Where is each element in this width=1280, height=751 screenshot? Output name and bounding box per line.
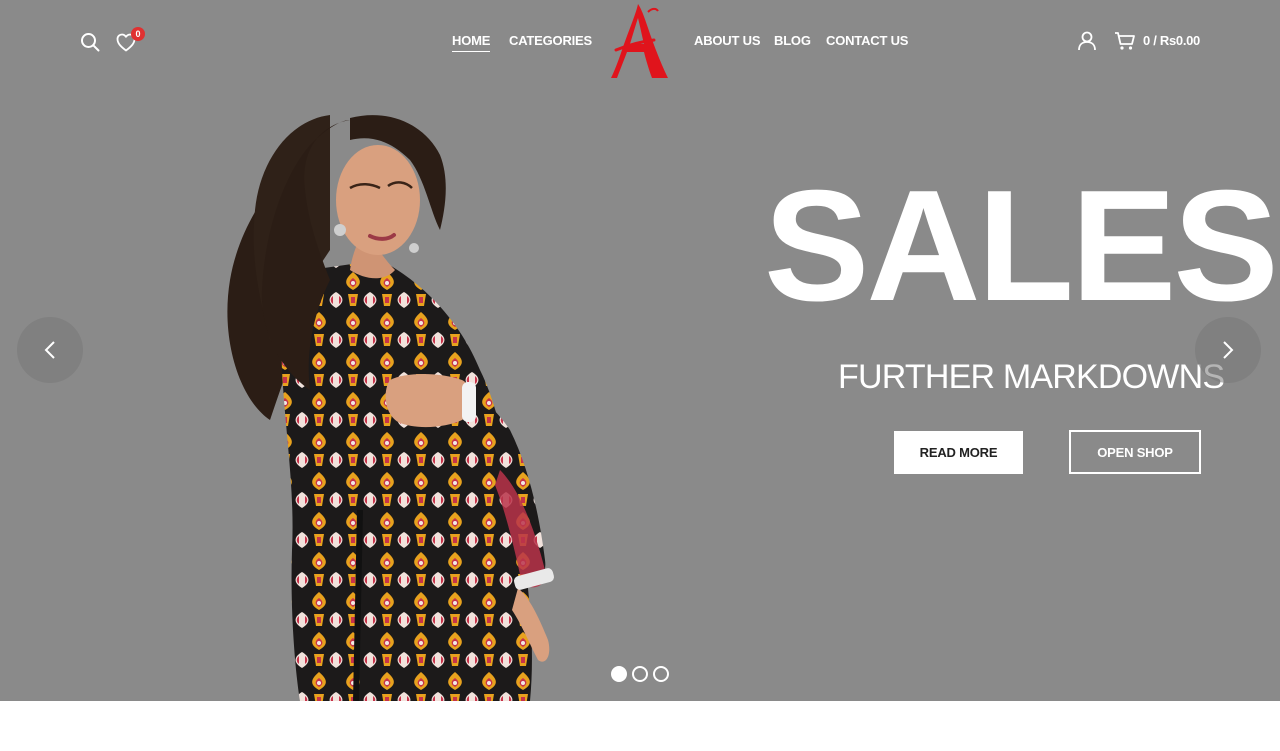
page: 0 HOME CATEGORIES ABOUT US BLOG CONTACT … — [0, 0, 1280, 751]
nav-home[interactable]: HOME — [452, 33, 490, 52]
model-image — [227, 115, 555, 701]
slider-prev-button[interactable] — [17, 317, 83, 383]
cart-total[interactable]: 0 / Rs0.00 — [1143, 33, 1200, 49]
chevron-right-icon — [1223, 341, 1234, 359]
slide-title: SALES — [764, 158, 1279, 334]
slide-subtitle: FURTHER MARKDOWNS — [838, 358, 1225, 396]
slider-pagination — [611, 666, 669, 682]
read-more-button[interactable]: READ MORE — [894, 431, 1023, 474]
user-icon[interactable] — [1075, 29, 1099, 53]
hero-slider: 0 HOME CATEGORIES ABOUT US BLOG CONTACT … — [0, 0, 1280, 701]
nav-contact-us[interactable]: CONTACT US — [826, 33, 908, 49]
chevron-left-icon — [44, 341, 55, 359]
site-header: 0 HOME CATEGORIES ABOUT US BLOG CONTACT … — [0, 0, 1280, 82]
slider-dot-1[interactable] — [611, 666, 627, 682]
open-shop-button[interactable]: OPEN SHOP — [1069, 430, 1201, 474]
cart-icon[interactable] — [1113, 29, 1137, 53]
nav-blog[interactable]: BLOG — [774, 33, 811, 49]
nav-about-us[interactable]: ABOUT US — [694, 33, 760, 49]
slider-dot-2[interactable] — [632, 666, 648, 682]
nav-categories[interactable]: CATEGORIES — [509, 33, 592, 49]
search-icon[interactable] — [78, 30, 102, 54]
slider-next-button[interactable] — [1195, 317, 1261, 383]
page-content-start — [0, 701, 1280, 751]
slider-dot-3[interactable] — [653, 666, 669, 682]
wishlist-count-badge: 0 — [131, 27, 145, 41]
site-logo[interactable] — [608, 2, 672, 80]
